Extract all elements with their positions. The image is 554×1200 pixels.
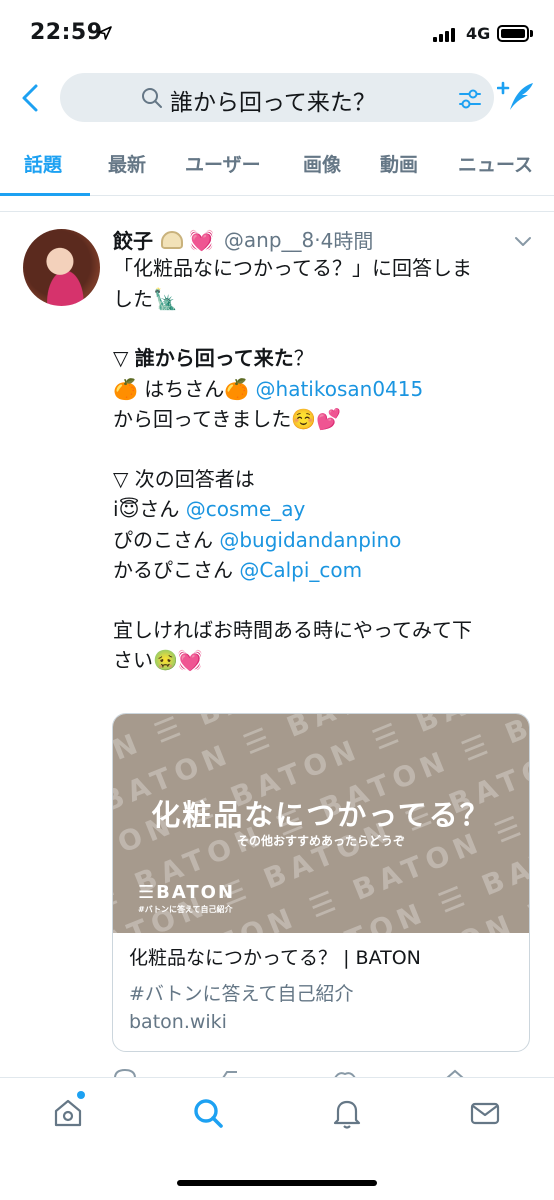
tweet-text-span: はちさん xyxy=(144,376,225,401)
card-description: #バトンに答えて自己紹介 xyxy=(129,983,354,1005)
filter-sliders-icon[interactable] xyxy=(457,86,483,112)
tweet-line: 宜しければお時間ある時にやってみて下 xyxy=(113,617,472,642)
status-time: 22:59 xyxy=(30,20,103,45)
chevron-down-icon[interactable] xyxy=(512,230,534,252)
tab-top[interactable]: 話題 xyxy=(24,150,62,177)
bold-phrase: 誰から回って来た xyxy=(134,346,294,370)
growing-heart-emoji-icon: 💓 xyxy=(189,227,214,252)
card-image: BATON ☰ BATON ☰ BATON ☰ BATON ☰ BATON ☰ … xyxy=(113,714,529,933)
tweet-text-span: ぴのこさん xyxy=(113,527,213,552)
nauseated-face-emoji-icon: 🤢 xyxy=(153,648,178,672)
home-icon[interactable] xyxy=(51,1096,85,1130)
tweet-line: i😇さん @cosme_ay xyxy=(113,494,533,525)
tweet-line: 🍊 はちさん🍊 @hatikosan0415 xyxy=(113,374,533,405)
signal-strength-icon xyxy=(433,27,455,42)
tweet-text: 「化粧品なにつかってる？」に回答しま した🗽 ▽ 誰から回って来た？ 🍊 はちさ… xyxy=(113,253,533,676)
smiling-face-emoji-icon: ☺️ xyxy=(291,407,317,431)
tweet-text-span: した xyxy=(113,286,153,311)
tweet-line: ▽ 誰から回って来た？ xyxy=(113,343,533,374)
bottom-tab-bar xyxy=(0,1077,554,1200)
tweet-line: ▽ 次の回答者は xyxy=(113,466,255,491)
tweet-text-span: から回ってきました xyxy=(113,407,292,431)
mention-link[interactable]: @Calpi_com xyxy=(239,558,362,582)
mail-icon[interactable] xyxy=(468,1096,502,1130)
search-icon xyxy=(142,88,162,108)
tweet-line: した🗽 xyxy=(113,284,533,315)
status-bar: 22:59 4G xyxy=(0,0,554,66)
statue-of-liberty-emoji-icon: 🗽 xyxy=(153,286,178,311)
battery-tip xyxy=(530,30,533,37)
search-query: 誰から回って来た？ xyxy=(170,90,376,116)
home-indicator xyxy=(177,1180,377,1186)
tab-news[interactable]: ニュース xyxy=(458,150,533,177)
author-name[interactable]: 餃子 xyxy=(113,225,153,254)
mention-link[interactable]: @hatikosan0415 xyxy=(256,377,424,401)
tweet-line: さい🤢💓 xyxy=(113,645,533,676)
baton-logo: ☰BATON xyxy=(138,882,236,903)
home-notification-dot xyxy=(77,1091,85,1099)
tangerine-emoji-icon: 🍊 xyxy=(224,376,250,401)
back-button[interactable] xyxy=(14,80,46,116)
mention-link[interactable]: @bugidandanpino xyxy=(219,528,401,552)
question-mark: ？ xyxy=(293,346,314,370)
avatar[interactable] xyxy=(23,229,100,306)
link-card[interactable]: BATON ☰ BATON ☰ BATON ☰ BATON ☰ BATON ☰ … xyxy=(112,713,530,1052)
author-handle[interactable]: @anp__8 xyxy=(224,228,314,252)
tweet-text-span: さい xyxy=(113,648,153,672)
halo-face-emoji-icon: 😇 xyxy=(118,497,140,521)
compose-tweet-icon[interactable] xyxy=(497,80,537,116)
card-domain: baton.wiki xyxy=(129,1011,227,1033)
dumpling-emoji-icon xyxy=(161,230,183,249)
card-image-headline: 化粧品なにつかってる？ xyxy=(151,798,491,832)
growing-heart-emoji-icon: 💓 xyxy=(177,648,203,672)
tweet-line: ぴのこさん @bugidandanpino xyxy=(113,525,533,556)
baton-logo-tagline: #バトンに答えて自己紹介 xyxy=(138,905,233,914)
tweet-text-span: さん xyxy=(139,497,180,521)
location-arrow-icon xyxy=(98,26,112,40)
card-image-subline: その他おすすめあったらどうぞ xyxy=(236,834,405,848)
search-input[interactable]: 誰から回って来た？ xyxy=(60,73,494,122)
mention-link[interactable]: @cosme_ay xyxy=(186,497,306,521)
network-type: 4G xyxy=(466,24,491,43)
two-hearts-emoji-icon: 💕 xyxy=(316,407,342,431)
tweet-header: 餃子 💓 @anp__8 · 4時間 xyxy=(113,225,373,254)
tab-videos[interactable]: 動画 xyxy=(380,150,418,177)
active-tab-indicator xyxy=(0,193,90,196)
tangerine-emoji-icon: 🍊 xyxy=(113,376,138,401)
tweet-time: 4時間 xyxy=(320,229,374,253)
bell-icon[interactable] xyxy=(330,1096,364,1130)
tweet-line: 「化粧品なにつかってる？」に回答しま xyxy=(113,256,472,280)
tab-photos[interactable]: 画像 xyxy=(303,150,341,177)
tweet-line: から回ってきました☺️💕 xyxy=(113,404,533,435)
tab-latest[interactable]: 最新 xyxy=(108,150,146,177)
battery-icon xyxy=(497,25,529,42)
card-title: 化粧品なにつかってる？ | BATON xyxy=(129,947,421,969)
divider xyxy=(0,211,554,212)
triangle-mark: ▽ xyxy=(113,346,129,370)
tab-users[interactable]: ユーザー xyxy=(185,150,261,177)
tweet-line: かるぴこさん @Calpi_com xyxy=(113,555,533,586)
search-icon[interactable] xyxy=(191,1096,225,1130)
tweet-text-span: かるぴこさん xyxy=(113,558,233,582)
chevron-left-icon xyxy=(22,84,38,112)
search-tabs: 話題 最新 ユーザー 画像 動画 ニュース xyxy=(0,140,554,196)
